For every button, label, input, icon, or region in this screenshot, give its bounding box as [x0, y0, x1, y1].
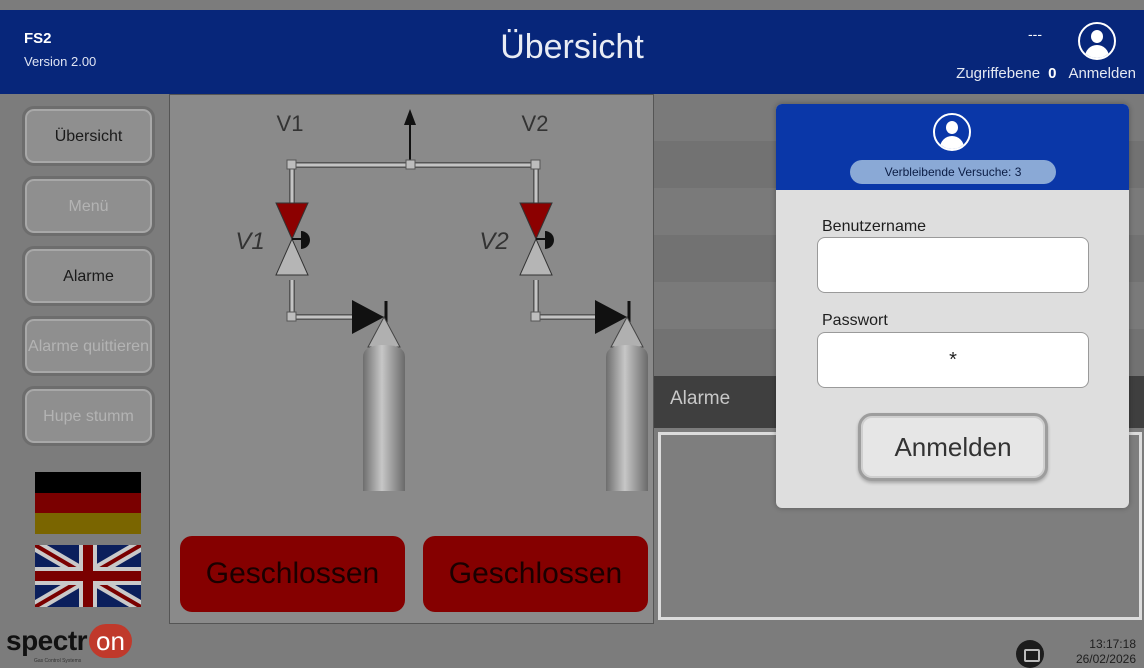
footer-bar	[0, 624, 1144, 668]
book-icon[interactable]	[1016, 640, 1044, 668]
spectron-logo: spectr on Gas Control Systems	[6, 618, 132, 664]
login-dialog: Verbleibende Versuche: 3 Benutzername Pa…	[776, 104, 1129, 508]
column-label-v1: V1	[277, 111, 304, 136]
valve-v1-state-button[interactable]: Geschlossen	[180, 536, 405, 612]
user-icon[interactable]	[1078, 22, 1116, 60]
valve-tag-v2: V2	[479, 228, 508, 255]
sidebar-item-acknowledge-alarms[interactable]: Alarme quittieren	[22, 316, 155, 376]
logo-accent: on	[89, 624, 132, 658]
username-field[interactable]	[817, 237, 1089, 293]
valve-v2-icon[interactable]	[519, 202, 554, 276]
valve-v2-state-button[interactable]: Geschlossen	[423, 536, 648, 612]
logo-text: spectr	[6, 625, 88, 656]
login-button[interactable]: Anmelden	[858, 413, 1048, 481]
password-label: Passwort	[822, 312, 888, 329]
access-level-value: 0	[1048, 65, 1057, 82]
valve-tag-v1: V1	[235, 228, 264, 255]
page-title: Übersicht	[500, 28, 644, 66]
gas-cylinder-2-icon	[606, 345, 648, 491]
password-field[interactable]	[817, 332, 1089, 388]
cylinder-valve-2-icon	[595, 300, 644, 348]
valve-v1-icon[interactable]	[275, 202, 310, 276]
username-label: Benutzername	[822, 218, 927, 235]
login-dialog-header: Verbleibende Versuche: 3	[776, 104, 1129, 190]
flag-united-kingdom-icon[interactable]	[35, 545, 141, 607]
remaining-attempts-badge: Verbleibende Versuche: 3	[850, 160, 1056, 184]
access-level-area: Zugriffebene 0 Anmelden	[956, 65, 1136, 82]
sidebar-item-menu[interactable]: Menü	[22, 176, 155, 236]
column-label-v2: V2	[522, 111, 549, 136]
access-level-label: Zugriffebene	[956, 65, 1041, 82]
sidebar-item-overview[interactable]: Übersicht	[22, 106, 155, 166]
user-status: ---	[1028, 26, 1042, 42]
cylinder-valve-1-icon	[352, 300, 401, 348]
gas-cylinder-1-icon	[363, 345, 405, 491]
sidebar-item-alarms[interactable]: Alarme	[22, 246, 155, 306]
header-bar: FS2 Version 2.00 Übersicht --- Zugriffeb…	[0, 10, 1144, 94]
clock-time: 13:17:18	[1089, 637, 1136, 651]
user-icon	[933, 113, 971, 151]
clock-date: 26/02/2026	[1075, 652, 1136, 666]
clock: 13:17:18 26/02/2026	[1076, 637, 1136, 667]
header-login-link[interactable]: Anmelden	[1068, 65, 1136, 82]
flag-germany-icon[interactable]	[35, 472, 141, 534]
sidebar-item-silence-horn[interactable]: Hupe stumm	[22, 386, 155, 446]
logo-tagline: Gas Control Systems	[34, 658, 82, 664]
